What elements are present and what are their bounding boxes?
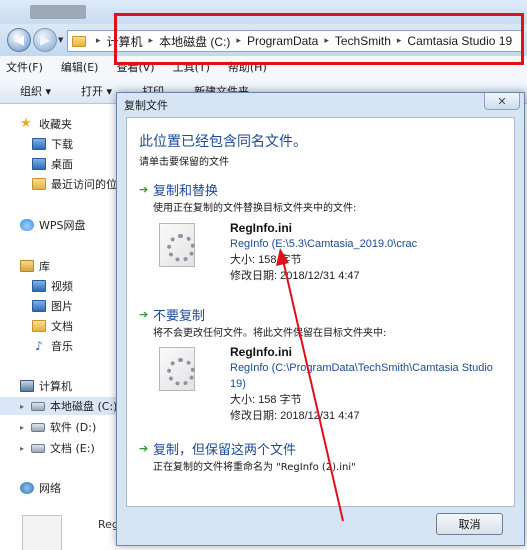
chevron-right-icon[interactable]: ▸	[96, 36, 101, 46]
option-title: 复制和替换	[153, 184, 219, 199]
sidebar-item-label: 文档	[51, 320, 73, 333]
sidebar-item-label: 最近访问的位	[51, 178, 117, 191]
menu-edit[interactable]: 编辑(E)	[61, 59, 99, 75]
dialog-content: 此位置已经包含同名文件。 请单击要保留的文件 ➔ 复制和替换 使用正在复制的文件…	[126, 117, 515, 507]
sidebar-favorites[interactable]: ★ 收藏夹	[20, 115, 72, 133]
option-title: 不要复制	[153, 309, 206, 324]
sidebar-libraries-label: 库	[39, 260, 50, 273]
recent-places-icon	[32, 178, 46, 190]
desktop-icon	[32, 158, 46, 170]
address-highlight-annotation	[114, 13, 524, 65]
green-arrow-icon: ➔	[139, 442, 149, 455]
video-library-icon	[32, 280, 46, 292]
file-name: RegInfo.ini	[230, 221, 292, 235]
document-library-icon	[32, 320, 46, 332]
open-button[interactable]: 打开 ▾	[81, 83, 112, 99]
sidebar-item-label: 音乐	[51, 340, 73, 353]
option-description: 将不会更改任何文件。将此文件保留在目标文件夹中:	[153, 328, 387, 339]
organize-button[interactable]: 组织 ▾	[20, 83, 51, 99]
green-arrow-icon: ➔	[139, 308, 149, 321]
sidebar-item-drive-d[interactable]: ▸ 软件 (D:)	[20, 418, 96, 436]
sidebar-network[interactable]: 网络	[20, 479, 61, 497]
sidebar-item-drive-c[interactable]: ▸ 本地磁盘 (C:)	[0, 397, 118, 415]
sidebar-item-label: 文档 (E:)	[50, 442, 95, 455]
file-path: RegInfo (E:\5.3\Camtasia_2019.0\crac	[230, 238, 418, 250]
sidebar-item-recent[interactable]: 最近访问的位	[32, 175, 117, 193]
file-size: 大小: 158 字节	[230, 394, 302, 406]
option-title: 复制，但保留这两个文件	[153, 443, 297, 458]
sidebar-item-downloads[interactable]: 下载	[32, 135, 73, 153]
history-dropdown-icon[interactable]: ▼	[58, 36, 63, 44]
sidebar-item-label: 图片	[51, 300, 73, 313]
forward-button[interactable]: ▶	[33, 28, 57, 52]
destination-file-info: RegInfo.ini RegInfo (C:\ProgramData\Tech…	[230, 344, 493, 424]
cloud-icon	[20, 219, 34, 231]
expand-arrow-icon[interactable]: ▸	[20, 423, 28, 432]
file-modified: 修改日期: 2018/12/31 4:47	[230, 410, 360, 422]
sidebar-favorites-label: 收藏夹	[39, 118, 72, 131]
menu-file[interactable]: 文件(F)	[6, 59, 43, 75]
folder-icon	[72, 35, 86, 47]
network-icon	[20, 482, 34, 494]
file-path: RegInfo (C:\ProgramData\TechSmith\Camtas…	[230, 362, 493, 374]
music-note-icon: ♪	[35, 339, 43, 353]
sidebar-computer[interactable]: 计算机	[20, 377, 72, 395]
sidebar-item-label: 桌面	[51, 158, 73, 171]
sidebar-item-documents[interactable]: 文档	[32, 317, 73, 335]
cancel-button[interactable]: 取消	[436, 513, 503, 535]
ini-file-icon	[159, 347, 195, 391]
navigation-pane: ★ 收藏夹 下载 桌面 最近访问的位 WPS网盘 库 视频 图片 文档 ♪ 音乐…	[0, 105, 118, 550]
drive-icon	[31, 401, 45, 411]
sidebar-item-videos[interactable]: 视频	[32, 277, 73, 295]
file-path-continued: 19)	[230, 378, 246, 390]
option-description: 正在复制的文件将重命名为 "RegInfo (2).ini"	[153, 462, 356, 473]
download-folder-icon	[32, 138, 46, 150]
sidebar-item-drive-e[interactable]: ▸ 文档 (E:)	[20, 439, 95, 457]
file-list: Reg	[0, 505, 119, 550]
green-arrow-icon: ➔	[139, 183, 149, 196]
sidebar-item-label: 视频	[51, 280, 73, 293]
close-icon[interactable]: ✕	[484, 93, 520, 110]
computer-icon	[20, 380, 34, 392]
file-modified: 修改日期: 2018/12/31 4:47	[230, 270, 360, 282]
sidebar-item-desktop[interactable]: 桌面	[32, 155, 73, 173]
file-name: RegInfo.ini	[230, 345, 292, 359]
source-file-info: RegInfo.ini RegInfo (E:\5.3\Camtasia_201…	[230, 220, 417, 284]
sidebar-item-label: 下载	[51, 138, 73, 151]
blurred-title	[30, 5, 86, 19]
ini-file-icon	[159, 223, 195, 267]
back-button[interactable]: ◀	[7, 28, 31, 52]
dialog-title: 复制文件	[124, 99, 168, 112]
drive-icon	[31, 443, 45, 453]
sidebar-item-label: 本地磁盘 (C:)	[50, 400, 118, 413]
sidebar-libraries[interactable]: 库	[20, 257, 50, 275]
file-size: 大小: 158 字节	[230, 254, 302, 266]
option-keep-both[interactable]: ➔ 复制，但保留这两个文件 正在复制的文件将重命名为 "RegInfo (2).…	[139, 439, 509, 475]
file-icon[interactable]	[22, 515, 62, 550]
sidebar-item-pictures[interactable]: 图片	[32, 297, 73, 315]
sidebar-item-music[interactable]: ♪ 音乐	[32, 337, 73, 355]
expand-arrow-icon[interactable]: ▸	[20, 402, 28, 411]
sidebar-wps-label: WPS网盘	[39, 219, 86, 232]
expand-arrow-icon[interactable]: ▸	[20, 444, 28, 453]
sidebar-wps[interactable]: WPS网盘	[20, 216, 86, 234]
star-icon: ★	[20, 116, 32, 131]
dialog-subheading: 请单击要保留的文件	[139, 157, 229, 168]
dialog-heading: 此位置已经包含同名文件。	[139, 134, 307, 150]
sidebar-computer-label: 计算机	[39, 380, 72, 393]
sidebar-item-label: 软件 (D:)	[50, 421, 97, 434]
sidebar-network-label: 网络	[39, 482, 61, 495]
drive-icon	[31, 422, 45, 432]
picture-library-icon	[32, 300, 46, 312]
copy-file-dialog: 复制文件 ✕ 此位置已经包含同名文件。 请单击要保留的文件 ➔ 复制和替换 使用…	[116, 92, 525, 546]
option-description: 使用正在复制的文件替换目标文件夹中的文件:	[153, 203, 357, 214]
library-icon	[20, 260, 34, 272]
